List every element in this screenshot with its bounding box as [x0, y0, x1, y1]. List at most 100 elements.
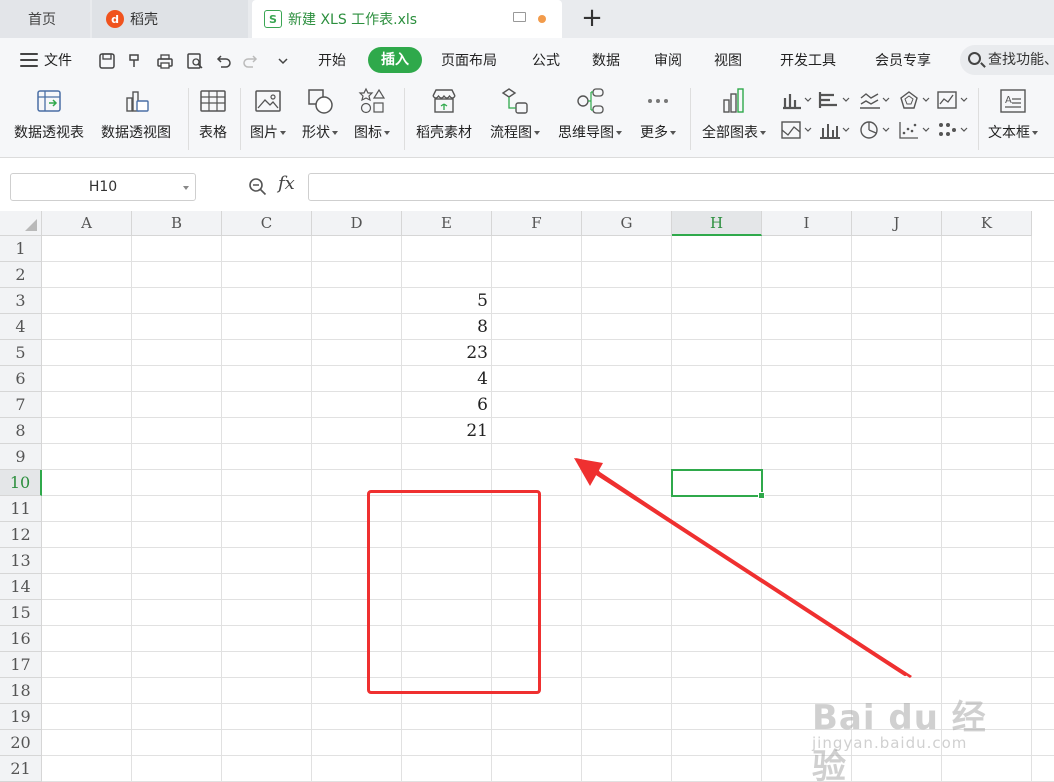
hamburger-menu-icon[interactable] [20, 53, 38, 67]
column-header-c[interactable]: C [222, 211, 312, 236]
chevron-down-icon [280, 131, 286, 135]
undo-icon[interactable] [214, 52, 232, 70]
menu-member[interactable]: 会员专享 [875, 50, 931, 70]
all-charts-button[interactable]: 全部图表 [702, 86, 766, 142]
row-header-13[interactable]: 13 [0, 548, 42, 574]
spreadsheet-icon: S [264, 10, 282, 28]
menu-view[interactable]: 视图 [714, 50, 742, 70]
tab-daoke[interactable]: d 稻壳 [92, 0, 248, 38]
row-header-12[interactable]: 12 [0, 522, 42, 548]
column-header-j[interactable]: J [852, 211, 942, 236]
row-header-16[interactable]: 16 [0, 626, 42, 652]
menu-data[interactable]: 数据 [592, 50, 620, 70]
quick-access-dropdown-icon[interactable] [274, 52, 292, 70]
pie-chart-button[interactable] [858, 120, 890, 140]
formula-input[interactable] [308, 173, 1054, 201]
chevron-down-icon[interactable] [183, 186, 189, 190]
stock-chart-button[interactable] [780, 120, 812, 140]
row-header-3[interactable]: 3 [0, 288, 42, 314]
cell-e7[interactable]: 6 [402, 392, 488, 418]
redo-icon[interactable] [242, 52, 260, 70]
shape-button[interactable]: 形状 [302, 86, 338, 142]
daoke-material-button[interactable]: 稻壳素材 [416, 86, 472, 142]
print-icon[interactable] [156, 52, 174, 70]
row-header-6[interactable]: 6 [0, 366, 42, 392]
flowchart-button[interactable]: 流程图 [490, 86, 540, 142]
menu-start[interactable]: 开始 [318, 50, 346, 70]
cell-e4[interactable]: 8 [402, 314, 488, 340]
row-header-11[interactable]: 11 [0, 496, 42, 522]
bar-chart-horizontal-button[interactable] [818, 90, 850, 110]
area-chart-button[interactable] [936, 90, 968, 110]
save-icon[interactable] [98, 52, 116, 70]
active-cell-selection[interactable] [671, 469, 765, 499]
column-header-g[interactable]: G [582, 211, 672, 236]
tab-document[interactable]: S 新建 XLS 工作表.xls [252, 0, 562, 38]
menu-file[interactable]: 文件 [44, 50, 72, 70]
new-tab-button[interactable]: + [578, 4, 606, 32]
column-header-i[interactable]: I [762, 211, 852, 236]
menu-formulas[interactable]: 公式 [532, 50, 560, 70]
tab-home-label: 首页 [28, 12, 56, 28]
cell-e3[interactable]: 5 [402, 288, 488, 314]
mindmap-button[interactable]: 思维导图 [558, 86, 622, 142]
menu-developer[interactable]: 开发工具 [780, 50, 836, 70]
column-header-d[interactable]: D [312, 211, 402, 236]
row-header-18[interactable]: 18 [0, 678, 42, 704]
row-header-5[interactable]: 5 [0, 340, 42, 366]
column-header-a[interactable]: A [42, 211, 132, 236]
monitor-icon[interactable] [513, 12, 526, 22]
row-header-19[interactable]: 19 [0, 704, 42, 730]
textbox-button[interactable]: A 文本框 [988, 86, 1038, 142]
pivot-chart-label: 数据透视图 [101, 125, 171, 141]
column-header-b[interactable]: B [132, 211, 222, 236]
row-header-1[interactable]: 1 [0, 236, 42, 262]
row-header-9[interactable]: 9 [0, 444, 42, 470]
search-function-input[interactable]: 查找功能、 [960, 45, 1054, 75]
column-header-e[interactable]: E [402, 211, 492, 236]
print-preview-icon[interactable] [186, 52, 204, 70]
row-header-20[interactable]: 20 [0, 730, 42, 756]
cell-e5[interactable]: 23 [402, 340, 488, 366]
row-header-8[interactable]: 8 [0, 418, 42, 444]
line-chart-button[interactable] [858, 90, 890, 110]
pivot-table-button[interactable]: 数据透视表 [14, 86, 84, 142]
tab-daoke-label: 稻壳 [130, 12, 158, 28]
row-header-10[interactable]: 10 [0, 470, 42, 496]
daoke-logo-icon: d [106, 10, 124, 28]
pivot-chart-button[interactable]: 数据透视图 [101, 86, 171, 142]
row-header-15[interactable]: 15 [0, 600, 42, 626]
cell-e6[interactable]: 4 [402, 366, 488, 392]
combo-chart-button[interactable] [818, 120, 850, 140]
menu-insert[interactable]: 插入 [368, 47, 422, 73]
baidu-jingyan-watermark: Bai du 经验 jingyan.baidu.com [812, 690, 1012, 782]
zoom-search-icon[interactable] [248, 177, 268, 197]
column-header-f[interactable]: F [492, 211, 582, 236]
menu-review[interactable]: 审阅 [654, 50, 682, 70]
picture-button[interactable]: 图片 [250, 86, 286, 142]
more-button[interactable]: 更多 [640, 86, 676, 142]
cell-e8[interactable]: 21 [402, 418, 488, 444]
insert-function-button[interactable]: fx [278, 173, 295, 194]
format-painter-icon[interactable] [126, 52, 144, 70]
row-header-17[interactable]: 17 [0, 652, 42, 678]
picture-icon [253, 86, 283, 116]
row-header-2[interactable]: 2 [0, 262, 42, 288]
table-button[interactable]: 表格 [198, 86, 228, 142]
row-header-21[interactable]: 21 [0, 756, 42, 782]
radar-chart-button[interactable] [898, 90, 930, 110]
row-header-7[interactable]: 7 [0, 392, 42, 418]
icons-button[interactable]: 图标 [354, 86, 390, 142]
select-all-corner[interactable] [0, 211, 42, 236]
icons-icon [357, 86, 387, 116]
column-header-h[interactable]: H [672, 211, 762, 236]
bubble-chart-button[interactable] [936, 120, 968, 140]
name-box[interactable]: H10 [10, 173, 196, 201]
row-header-4[interactable]: 4 [0, 314, 42, 340]
tab-home[interactable]: 首页 [0, 0, 90, 38]
menu-page-layout[interactable]: 页面布局 [441, 50, 497, 70]
row-header-14[interactable]: 14 [0, 574, 42, 600]
column-chart-button[interactable] [780, 90, 812, 110]
column-header-k[interactable]: K [942, 211, 1032, 236]
scatter-chart-button[interactable] [898, 120, 930, 140]
